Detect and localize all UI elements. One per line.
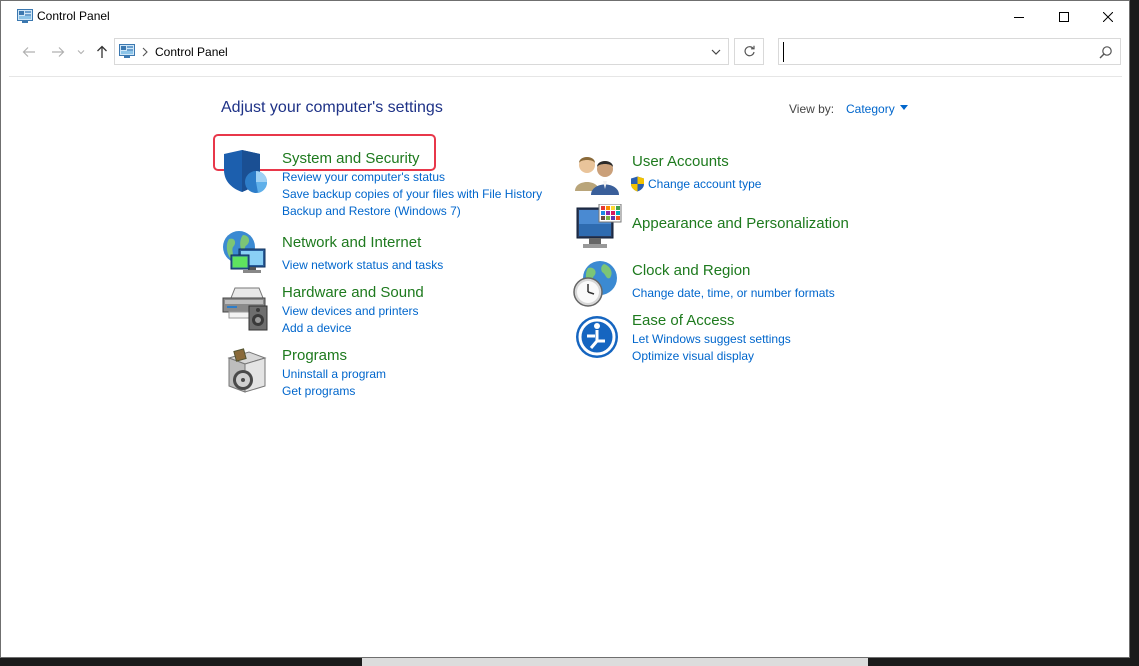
window-title: Control Panel [37, 9, 110, 23]
chevron-down-icon[interactable] [709, 45, 723, 59]
recent-locations-button[interactable] [71, 42, 91, 62]
close-icon [1103, 11, 1113, 22]
appearance-monitor-icon[interactable] [575, 204, 623, 252]
breadcrumb[interactable]: Control Panel [155, 45, 228, 59]
refresh-icon [743, 45, 755, 57]
link-devices-printers[interactable]: View devices and printers [282, 304, 419, 318]
programs-box-icon[interactable] [223, 348, 271, 396]
maximize-icon [1059, 11, 1069, 22]
search-box[interactable] [778, 38, 1121, 65]
network-globe-icon[interactable] [221, 229, 269, 277]
category-appearance-personalization[interactable]: Appearance and Personalization [632, 215, 849, 232]
back-arrow-icon [22, 47, 35, 57]
category-hardware-sound[interactable]: Hardware and Sound [282, 284, 424, 301]
back-button[interactable] [19, 42, 39, 62]
users-icon[interactable] [573, 151, 621, 199]
uac-shield-icon [631, 176, 644, 192]
control-panel-window: Control Panel Control Panel Adjust your … [0, 0, 1130, 658]
refresh-button[interactable] [734, 38, 764, 65]
ease-of-access-icon[interactable] [573, 314, 621, 362]
control-panel-icon [119, 44, 135, 58]
address-bar[interactable]: Control Panel [114, 38, 729, 65]
caret-down-icon[interactable] [900, 105, 908, 111]
close-button[interactable] [1085, 1, 1131, 32]
printer-speaker-icon[interactable] [221, 284, 269, 332]
minimize-icon [1014, 16, 1024, 18]
category-user-accounts[interactable]: User Accounts [632, 153, 729, 170]
navigation-bar: Control Panel [1, 32, 1129, 76]
minimize-button[interactable] [996, 1, 1042, 32]
view-by-label: View by: [789, 102, 835, 116]
category-network-internet[interactable]: Network and Internet [282, 234, 421, 251]
clock-globe-icon[interactable] [572, 260, 620, 308]
link-change-account-type[interactable]: Change account type [648, 177, 761, 191]
maximize-button[interactable] [1041, 1, 1087, 32]
control-panel-icon [17, 9, 33, 23]
forward-button[interactable] [48, 42, 68, 62]
view-by-dropdown[interactable]: Category [846, 102, 895, 116]
page-title: Adjust your computer's settings [221, 99, 443, 116]
link-add-device[interactable]: Add a device [282, 321, 351, 335]
divider [9, 76, 1122, 77]
category-system-security[interactable]: System and Security [282, 150, 420, 167]
category-programs[interactable]: Programs [282, 347, 347, 364]
link-optimize-visual-display[interactable]: Optimize visual display [632, 349, 754, 363]
shield-icon[interactable] [221, 148, 269, 196]
chevron-right-icon[interactable] [142, 47, 148, 57]
link-get-programs[interactable]: Get programs [282, 384, 355, 398]
link-windows-suggest-settings[interactable]: Let Windows suggest settings [632, 332, 791, 346]
up-arrow-icon [97, 45, 107, 58]
background-window-strip [362, 658, 868, 666]
link-backup-restore[interactable]: Backup and Restore (Windows 7) [282, 204, 461, 218]
category-clock-region[interactable]: Clock and Region [632, 262, 750, 279]
search-input[interactable] [783, 42, 1083, 62]
up-button[interactable] [92, 42, 112, 62]
category-ease-of-access[interactable]: Ease of Access [632, 312, 735, 329]
link-change-date-time[interactable]: Change date, time, or number formats [632, 286, 835, 300]
link-network-status[interactable]: View network status and tasks [282, 258, 443, 272]
search-icon[interactable] [1099, 45, 1113, 59]
forward-arrow-icon [52, 47, 65, 57]
title-bar: Control Panel [1, 1, 1129, 32]
link-review-status[interactable]: Review your computer's status [282, 170, 445, 184]
link-file-history[interactable]: Save backup copies of your files with Fi… [282, 187, 542, 201]
chevron-down-icon [77, 50, 85, 55]
link-uninstall-program[interactable]: Uninstall a program [282, 367, 386, 381]
